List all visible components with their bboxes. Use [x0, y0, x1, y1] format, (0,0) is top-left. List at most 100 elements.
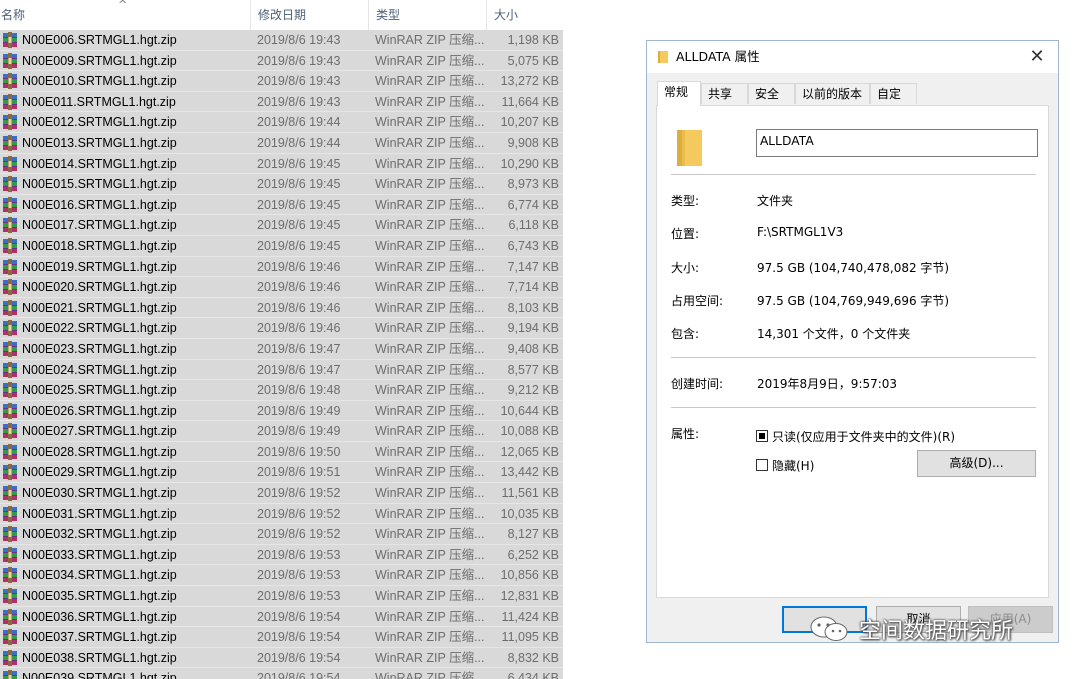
- file-size: 1,198 KB: [507, 33, 559, 47]
- table-row[interactable]: N00E017.SRTMGL1.hgt.zip 2019/8/6 19:45 Win…: [0, 215, 563, 236]
- file-type: WinRAR ZIP 压缩...: [375, 424, 485, 439]
- table-row[interactable]: N00E037.SRTMGL1.hgt.zip 2019/8/6 19:54 Win…: [0, 627, 563, 648]
- table-row[interactable]: N00E028.SRTMGL1.hgt.zip 2019/8/6 19:50 Win…: [0, 441, 563, 463]
- table-row[interactable]: N00E022.SRTMGL1.hgt.zip 2019/8/6 19:46 Win…: [0, 318, 563, 339]
- file-size: 6,252 KB: [507, 547, 559, 562]
- file-type: WinRAR ZIP 压缩...: [375, 218, 485, 233]
- dialog-titlebar[interactable]: ALLDATA 属性 ✕: [647, 41, 1058, 73]
- winrar-archive-icon: [3, 567, 17, 584]
- readonly-checkbox[interactable]: [756, 430, 768, 442]
- winrar-archive-icon: [3, 258, 17, 275]
- file-date: 2019/8/6 19:47: [257, 341, 341, 356]
- file-date: 2019/8/6 19:46: [257, 280, 341, 295]
- file-size: 13,442 KB: [500, 465, 559, 480]
- table-row[interactable]: N00E025.SRTMGL1.hgt.zip 2019/8/6 19:48 Win…: [0, 380, 563, 401]
- table-row[interactable]: N00E006.SRTMGL1.hgt.zip 2019/8/6 19:43 Win…: [0, 30, 563, 51]
- table-row[interactable]: N00E020.SRTMGL1.hgt.zip 2019/8/6 19:46 Win…: [0, 277, 563, 298]
- type-value: 文件夹: [757, 194, 794, 208]
- file-type: WinRAR ZIP 压缩...: [375, 341, 485, 356]
- contains-value: 14,301 个文件，0 个文件夹: [757, 327, 911, 341]
- table-row[interactable]: N00E015.SRTMGL1.hgt.zip 2019/8/6 19:45 Win…: [0, 174, 563, 195]
- file-date: 2019/8/6 19:45: [257, 238, 341, 253]
- close-icon[interactable]: ✕: [1024, 44, 1050, 70]
- tab-customize[interactable]: 自定义: [870, 83, 917, 122]
- file-size: 10,035 KB: [500, 506, 559, 521]
- file-name: N00E023.SRTMGL1.hgt.zip: [22, 341, 177, 356]
- file-name: N00E019.SRTMGL1.hgt.zip: [22, 259, 177, 274]
- table-row[interactable]: N00E029.SRTMGL1.hgt.zip 2019/8/6 19:51 Win…: [0, 462, 563, 484]
- table-row[interactable]: N00E018.SRTMGL1.hgt.zip 2019/8/6 19:45 Win…: [0, 235, 563, 257]
- file-size: 9,908 KB: [507, 135, 559, 150]
- table-row[interactable]: N00E021.SRTMGL1.hgt.zip 2019/8/6 19:46 Win…: [0, 297, 563, 319]
- table-row[interactable]: N00E010.SRTMGL1.hgt.zip 2019/8/6 19:43 Win…: [0, 71, 563, 92]
- table-row[interactable]: N00E039.SRTMGL1.hgt.zip 2019/8/6 19:54 Win…: [0, 668, 563, 679]
- table-row[interactable]: N00E030.SRTMGL1.hgt.zip 2019/8/6 19:52 Win…: [0, 483, 563, 504]
- file-size: 8,832 KB: [507, 650, 559, 665]
- disk-size-value: 97.5 GB (104,769,949,696 字节): [757, 294, 950, 308]
- hidden-checkbox[interactable]: [756, 459, 768, 471]
- table-row[interactable]: N00E024.SRTMGL1.hgt.zip 2019/8/6 19:47 Win…: [0, 359, 563, 381]
- table-row[interactable]: N00E014.SRTMGL1.hgt.zip 2019/8/6 19:45 Win…: [0, 153, 563, 175]
- file-list: ^ 名称 修改日期 类型 大小 N00E006.SRTMGL1.hgt.zip 2…: [0, 0, 566, 679]
- winrar-archive-icon: [3, 217, 17, 234]
- divider: [671, 407, 1036, 408]
- tab-general[interactable]: 常规: [657, 81, 701, 106]
- column-header-size[interactable]: 大小: [488, 0, 564, 30]
- winrar-archive-icon: [3, 114, 17, 131]
- hidden-checkbox-label[interactable]: 隐藏(H): [772, 457, 814, 474]
- file-date: 2019/8/6 19:43: [257, 94, 341, 109]
- file-size: 8,973 KB: [507, 177, 559, 192]
- table-row[interactable]: N00E019.SRTMGL1.hgt.zip 2019/8/6 19:46 Win…: [0, 256, 563, 278]
- file-name: N00E018.SRTMGL1.hgt.zip: [22, 238, 177, 253]
- file-size: 10,856 KB: [500, 568, 559, 583]
- table-row[interactable]: N00E033.SRTMGL1.hgt.zip 2019/8/6 19:53 Win…: [0, 544, 563, 566]
- file-type: WinRAR ZIP 压缩...: [375, 444, 485, 459]
- file-name: N00E032.SRTMGL1.hgt.zip: [22, 527, 177, 542]
- file-size: 11,664 KB: [501, 94, 559, 109]
- tab-previous-versions[interactable]: 以前的版本: [795, 83, 870, 104]
- column-header-date[interactable]: 修改日期: [252, 0, 369, 30]
- table-row[interactable]: N00E016.SRTMGL1.hgt.zip 2019/8/6 19:45 Win…: [0, 194, 563, 216]
- file-name: N00E030.SRTMGL1.hgt.zip: [22, 486, 177, 501]
- file-size: 13,272 KB: [500, 74, 559, 89]
- file-date: 2019/8/6 19:44: [257, 135, 341, 150]
- winrar-archive-icon: [3, 382, 17, 399]
- table-row[interactable]: N00E012.SRTMGL1.hgt.zip 2019/8/6 19:44 Win…: [0, 112, 563, 133]
- file-type: WinRAR ZIP 压缩...: [375, 94, 485, 109]
- file-date: 2019/8/6 19:53: [257, 547, 341, 562]
- table-row[interactable]: N00E023.SRTMGL1.hgt.zip 2019/8/6 19:47 Win…: [0, 338, 563, 360]
- created-label: 创建时间:: [671, 377, 724, 391]
- file-type: WinRAR ZIP 压缩...: [375, 589, 485, 604]
- table-row[interactable]: N00E036.SRTMGL1.hgt.zip 2019/8/6 19:54 Win…: [0, 606, 563, 628]
- table-row[interactable]: N00E011.SRTMGL1.hgt.zip 2019/8/6 19:43 Win…: [0, 91, 563, 113]
- general-panel: ALLDATA 类型: 文件夹 位置: F:\SRTMGL1V3 大小: 97.…: [656, 105, 1049, 598]
- table-row[interactable]: N00E034.SRTMGL1.hgt.zip 2019/8/6 19:53 Win…: [0, 565, 563, 587]
- winrar-archive-icon: [3, 52, 17, 69]
- winrar-archive-icon: [3, 279, 17, 296]
- file-date: 2019/8/6 19:45: [257, 177, 341, 192]
- advanced-button[interactable]: 高级(D)...: [917, 450, 1036, 477]
- table-row[interactable]: N00E032.SRTMGL1.hgt.zip 2019/8/6 19:52 Win…: [0, 524, 563, 545]
- table-row[interactable]: N00E038.SRTMGL1.hgt.zip 2019/8/6 19:54 Win…: [0, 647, 563, 669]
- file-name: N00E025.SRTMGL1.hgt.zip: [22, 383, 177, 398]
- folder-name-input[interactable]: ALLDATA: [756, 129, 1038, 157]
- file-size: 10,207 KB: [500, 115, 559, 130]
- tab-security[interactable]: 安全: [748, 83, 795, 104]
- file-date: 2019/8/6 19:50: [257, 444, 341, 459]
- column-header-type[interactable]: 类型: [370, 0, 487, 30]
- table-row[interactable]: N00E035.SRTMGL1.hgt.zip 2019/8/6 19:53 Win…: [0, 586, 563, 607]
- file-date: 2019/8/6 19:43: [257, 33, 341, 47]
- table-row[interactable]: N00E031.SRTMGL1.hgt.zip 2019/8/6 19:52 Win…: [0, 503, 563, 525]
- table-row[interactable]: N00E013.SRTMGL1.hgt.zip 2019/8/6 19:44 Win…: [0, 132, 563, 154]
- table-row[interactable]: N00E027.SRTMGL1.hgt.zip 2019/8/6 19:49 Win…: [0, 421, 563, 442]
- attributes-label: 属性:: [671, 427, 700, 441]
- file-size: 8,577 KB: [507, 362, 559, 377]
- file-size: 8,103 KB: [507, 300, 559, 315]
- file-type: WinRAR ZIP 压缩...: [375, 321, 485, 336]
- column-header-name[interactable]: 名称: [0, 0, 251, 30]
- table-row[interactable]: N00E026.SRTMGL1.hgt.zip 2019/8/6 19:49 Win…: [0, 400, 563, 422]
- tab-sharing[interactable]: 共享: [701, 83, 748, 104]
- file-name: N00E016.SRTMGL1.hgt.zip: [22, 197, 177, 212]
- table-row[interactable]: N00E009.SRTMGL1.hgt.zip 2019/8/6 19:43 Win…: [0, 50, 563, 72]
- readonly-checkbox-label[interactable]: 只读(仅应用于文件夹中的文件)(R): [772, 428, 955, 445]
